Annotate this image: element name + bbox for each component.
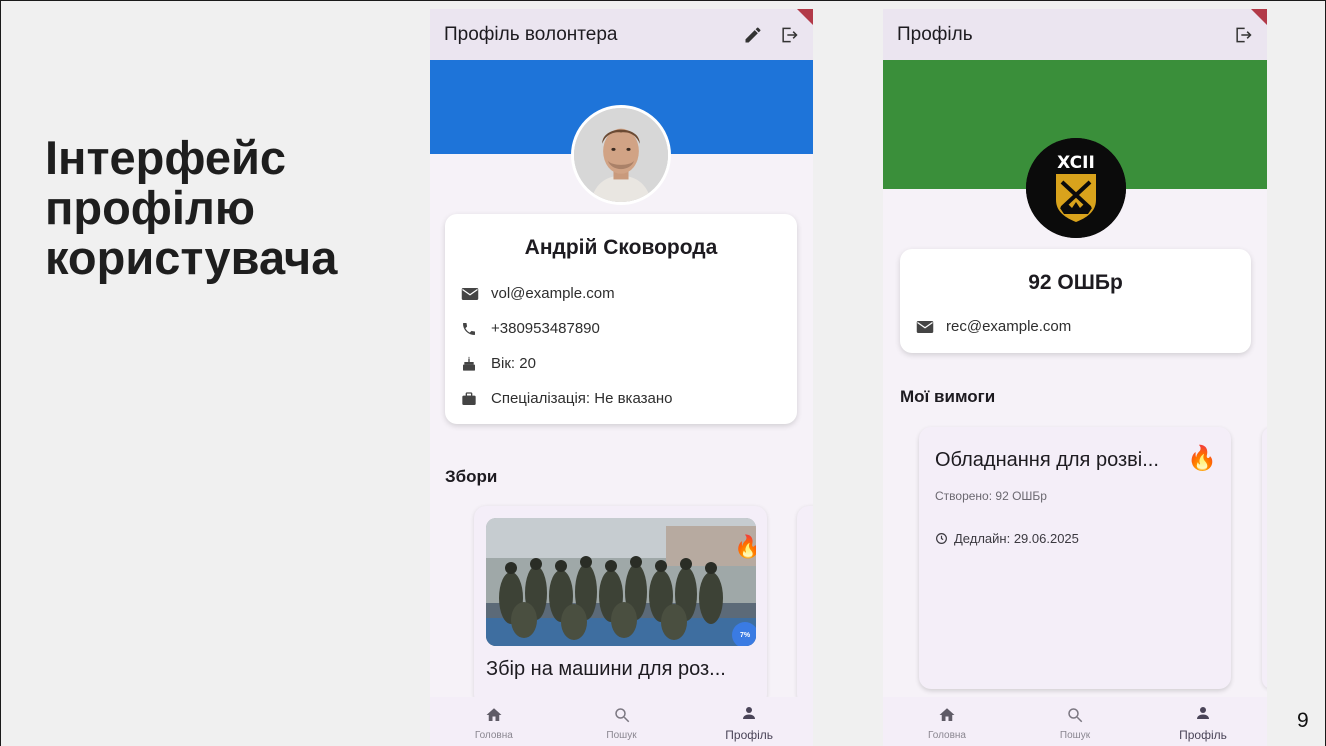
slide-title-line-2: профілю (45, 181, 255, 234)
slide: Інтерфейс профілю користувача Профіль во… (0, 0, 1326, 746)
section-title-requirements: Мої вимоги (900, 387, 996, 406)
nav-home-label: Головна (474, 729, 513, 741)
progress-badge: 7% (732, 622, 756, 646)
app-bar: Профіль (883, 9, 1267, 60)
fire-icon: 🔥 (1187, 445, 1217, 472)
volunteer-profile-screen: Профіль волонтера Андрій Сковорода vol@e… (430, 9, 813, 746)
nav-profile[interactable]: Профіль (685, 697, 813, 746)
next-fund-card-peek[interactable] (797, 506, 813, 706)
appbar-title: Профіль (897, 23, 973, 45)
edit-button[interactable] (735, 17, 771, 53)
email-row: rec@example.com (900, 309, 1251, 344)
person-icon (740, 702, 758, 724)
email-icon (916, 320, 946, 334)
unit-logo-text: XCII (1057, 153, 1095, 173)
section-title-funds: Збори (445, 467, 498, 486)
logout-icon (1236, 27, 1252, 42)
debug-banner (1251, 9, 1267, 25)
nav-home[interactable]: Головна (883, 697, 1011, 746)
email-text: vol@example.com (491, 285, 615, 302)
person-icon (1194, 702, 1212, 724)
clock-icon (935, 532, 948, 545)
email-icon (461, 287, 491, 301)
nav-search[interactable]: Пошук (1011, 697, 1139, 746)
slide-title-line-3: користувача (45, 231, 338, 284)
requirement-created: Створено: 92 ОШБр (935, 489, 1047, 503)
specialization-row: Спеціалізація: Не вказано (445, 381, 797, 416)
requirement-deadline-text: Дедлайн: 29.06.2025 (954, 531, 1079, 546)
requirement-title: Обладнання для розві... (935, 449, 1159, 471)
unit-logo: XCII (1026, 138, 1126, 238)
debug-banner (797, 9, 813, 25)
nav-search[interactable]: Пошук (558, 697, 686, 746)
unit-profile-screen: Профіль XCII 92 ОШБр rec@example.com Мої… (883, 9, 1267, 746)
search-icon (1066, 704, 1084, 726)
avatar (571, 105, 671, 205)
age-text: Вік: 20 (491, 355, 536, 372)
cake-icon (461, 356, 491, 372)
nav-home-label: Головна (928, 729, 966, 741)
nav-profile-label: Профіль (1179, 728, 1227, 742)
bottom-navigation: Головна Пошук Профіль (883, 697, 1267, 746)
search-icon (613, 704, 631, 726)
profile-name: 92 ОШБр (1028, 271, 1123, 294)
home-icon (938, 704, 956, 726)
phone-row: +380953487890 (445, 311, 797, 346)
logout-icon (782, 27, 798, 42)
profile-info-card: Андрій Сковорода vol@example.com +380953… (445, 214, 797, 424)
profile-name: Андрій Сковорода (524, 236, 718, 259)
fund-photo: 🔥 7% (486, 518, 756, 646)
nav-home[interactable]: Головна (430, 697, 558, 746)
phone-icon (461, 321, 491, 337)
nav-search-label: Пошук (606, 729, 637, 741)
email-row: vol@example.com (445, 276, 797, 311)
nav-profile-label: Профіль (725, 728, 774, 742)
nav-profile[interactable]: Профіль (1139, 697, 1267, 746)
bottom-navigation: Головна Пошук Профіль (430, 697, 813, 746)
app-bar: Профіль волонтера (430, 9, 813, 60)
nav-search-label: Пошук (1059, 729, 1091, 741)
age-row: Вік: 20 (445, 346, 797, 381)
profile-info-card: 92 ОШБр rec@example.com (900, 249, 1251, 353)
email-text: rec@example.com (946, 318, 1072, 335)
specialization-text: Спеціалізація: Не вказано (491, 390, 673, 407)
slide-title: Інтерфейс профілю користувача (45, 133, 425, 283)
appbar-title: Профіль волонтера (444, 23, 618, 45)
slide-title-line-1: Інтерфейс (45, 131, 286, 184)
fund-card[interactable]: 🔥 7% Збір на машини для роз... (474, 506, 767, 706)
requirement-deadline: Дедлайн: 29.06.2025 (935, 531, 1079, 546)
requirement-card[interactable]: Обладнання для розві... 🔥 Створено: 92 О… (919, 427, 1231, 689)
home-icon (485, 704, 503, 726)
phone-text: +380953487890 (491, 320, 600, 337)
fund-title: Збір на машини для роз... (486, 658, 726, 680)
edit-icon (745, 26, 761, 42)
briefcase-icon (461, 391, 491, 407)
next-requirement-card-peek[interactable] (1262, 427, 1267, 689)
fire-icon: 🔥 (734, 534, 756, 559)
page-number: 9 (1297, 709, 1309, 732)
